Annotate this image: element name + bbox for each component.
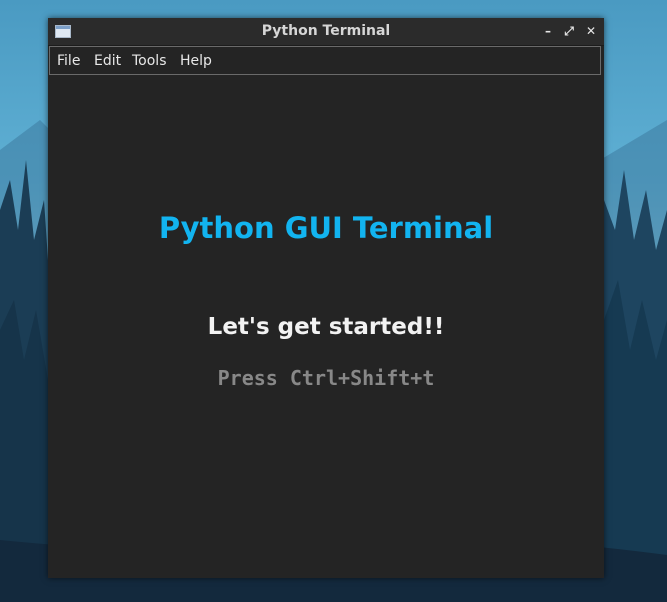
window-title: Python Terminal <box>261 23 391 39</box>
welcome-message: Let's get started!! <box>207 314 445 340</box>
minimize-button[interactable]: – <box>541 24 555 38</box>
python-terminal-window: Python Terminal – ⤢ ✕ File Edit Tools He… <box>48 18 604 578</box>
desktop: Python Terminal – ⤢ ✕ File Edit Tools He… <box>0 0 667 602</box>
menu-file[interactable]: File <box>57 53 80 69</box>
title-bar[interactable]: Python Terminal – ⤢ ✕ <box>48 18 604 46</box>
maximize-button[interactable]: ⤢ <box>562 24 576 38</box>
app-heading: Python GUI Terminal <box>158 211 494 245</box>
menu-edit[interactable]: Edit <box>94 53 121 69</box>
shortcut-hint: Press Ctrl+Shift+t <box>217 366 435 390</box>
menu-tools[interactable]: Tools <box>132 53 167 69</box>
menu-help[interactable]: Help <box>180 53 212 69</box>
close-button[interactable]: ✕ <box>584 24 598 38</box>
menu-bar: File Edit Tools Help <box>49 46 601 75</box>
